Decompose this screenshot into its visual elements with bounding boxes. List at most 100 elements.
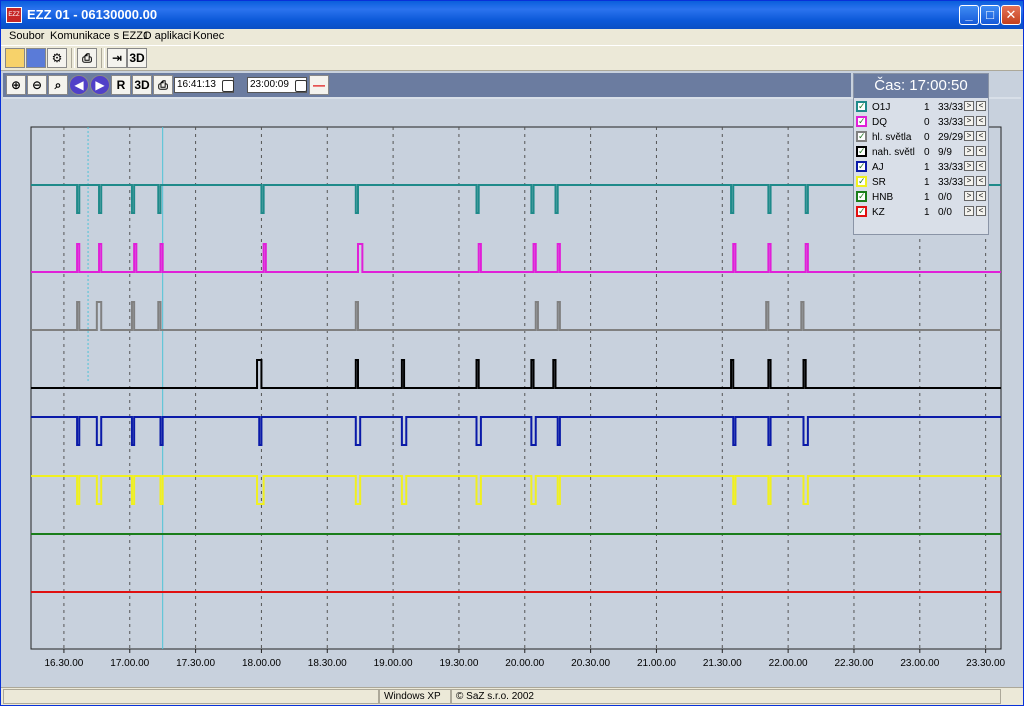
x-tick-label: 18.30.00 — [308, 658, 347, 669]
status-os: Windows XP — [379, 689, 451, 704]
series-visibility-checkbox[interactable]: ✓ — [856, 206, 867, 217]
series-visibility-checkbox[interactable]: ✓ — [856, 101, 867, 112]
series-visibility-checkbox[interactable]: ✓ — [856, 176, 867, 187]
series-count: 9/9 — [938, 147, 952, 158]
app-icon: EZZ — [6, 7, 22, 23]
series-name: HNB — [872, 192, 894, 203]
legend-panel: Čas: 17:00:50 ✓ O1J 1 33/33 > < ✓ DQ 0 33/33 > < ✓ hl… — [853, 73, 989, 235]
menu-o-aplikaci[interactable]: O aplikaci — [143, 30, 191, 42]
series-visibility-checkbox[interactable]: ✓ — [856, 161, 867, 172]
legend-row: ✓ nah. světl 0 9/9 > < — [854, 145, 988, 160]
series-prev-button[interactable]: < — [976, 191, 986, 201]
series-prev-button[interactable]: < — [976, 161, 986, 171]
legend-row: ✓ HNB 1 0/0 > < — [854, 190, 988, 205]
title-bar[interactable]: EZZ EZZ 01 - 06130000.00 _ □ ✕ — [1, 1, 1023, 29]
toolbar-separator — [101, 48, 105, 68]
maximize-button[interactable]: □ — [980, 5, 1000, 25]
series-count: 0/0 — [938, 207, 952, 218]
x-tick-label: 22.30.00 — [834, 658, 873, 669]
save-icon[interactable] — [26, 48, 46, 68]
series-next-button[interactable]: > — [964, 131, 974, 141]
series-value: 1 — [924, 177, 930, 188]
series-prev-button[interactable]: < — [976, 146, 986, 156]
legend-row: ✓ AJ 1 33/33 > < — [854, 160, 988, 175]
legend-row: ✓ DQ 0 33/33 > < — [854, 115, 988, 130]
menu-komunikace[interactable]: Komunikace s EZZ1 — [50, 30, 149, 42]
series-count: 0/0 — [938, 192, 952, 203]
chart-series — [31, 184, 1001, 593]
series-name: SR — [872, 177, 886, 188]
series-next-button[interactable]: > — [964, 191, 974, 201]
series-line — [31, 301, 1001, 331]
series-prev-button[interactable]: < — [976, 131, 986, 141]
series-prev-button[interactable]: < — [976, 176, 986, 186]
series-line — [31, 416, 1001, 446]
series-value: 1 — [924, 192, 930, 203]
series-value: 0 — [924, 147, 930, 158]
series-value: 1 — [924, 102, 930, 113]
series-line — [31, 243, 1001, 273]
x-tick-label: 23.00.00 — [900, 658, 939, 669]
series-name: KZ — [872, 207, 885, 218]
menu-bar: Soubor Komunikace s EZZ1 O aplikaci Kone… — [1, 29, 1023, 45]
exit-icon[interactable]: ⇥ — [107, 48, 127, 68]
series-next-button[interactable]: > — [964, 146, 974, 156]
series-prev-button[interactable]: < — [976, 101, 986, 111]
status-bar: Windows XP © SaZ s.r.o. 2002 — [1, 687, 1023, 705]
series-next-button[interactable]: > — [964, 206, 974, 216]
series-next-button[interactable]: > — [964, 161, 974, 171]
app-window: EZZ EZZ 01 - 06130000.00 _ □ ✕ Soubor Ko… — [0, 0, 1024, 706]
series-value: 1 — [924, 207, 930, 218]
legend-row: ✓ O1J 1 33/33 > < — [854, 100, 988, 115]
series-count: 29/29 — [938, 132, 964, 143]
chart-area: ⊕ ⊖ ⌕ ◀ ▶ R 3D ⎙ 16:41:13 23:00:09 — 16.… — [1, 71, 1023, 687]
series-next-button[interactable]: > — [964, 176, 974, 186]
x-tick-label: 22.00.00 — [769, 658, 808, 669]
status-copyright: © SaZ s.r.o. 2002 — [451, 689, 1001, 704]
legend-row: ✓ KZ 1 0/0 > < — [854, 205, 988, 220]
settings-icon[interactable]: ⚙ — [47, 48, 67, 68]
three-d-button[interactable]: 3D — [127, 48, 147, 68]
series-name: nah. světl — [872, 147, 915, 158]
x-tick-label: 17.00.00 — [110, 658, 149, 669]
series-prev-button[interactable]: < — [976, 206, 986, 216]
window-title: EZZ 01 - 06130000.00 — [27, 7, 158, 22]
x-tick-label: 16.30.00 — [44, 658, 83, 669]
series-name: DQ — [872, 117, 887, 128]
x-tick-label: 17.30.00 — [176, 658, 215, 669]
x-tick-label: 20.30.00 — [571, 658, 610, 669]
series-value: 0 — [924, 132, 930, 143]
x-tick-label: 18.00.00 — [242, 658, 281, 669]
series-name: O1J — [872, 102, 891, 113]
x-tick-label: 20.00.00 — [505, 658, 544, 669]
series-count: 33/33 — [938, 117, 964, 128]
x-tick-label: 19.30.00 — [439, 658, 478, 669]
series-visibility-checkbox[interactable]: ✓ — [856, 131, 867, 142]
time-readout: Čas: 17:00:50 — [854, 74, 988, 98]
series-prev-button[interactable]: < — [976, 116, 986, 126]
menu-konec[interactable]: Konec — [193, 30, 224, 42]
print-icon[interactable]: ⎙ — [77, 48, 97, 68]
series-next-button[interactable]: > — [964, 101, 974, 111]
minimize-button[interactable]: _ — [959, 5, 979, 25]
open-folder-icon[interactable] — [5, 48, 25, 68]
x-tick-label: 23.30.00 — [966, 658, 1005, 669]
x-tick-label: 19.00.00 — [374, 658, 413, 669]
series-visibility-checkbox[interactable]: ✓ — [856, 146, 867, 157]
series-value: 1 — [924, 162, 930, 173]
menu-soubor[interactable]: Soubor — [9, 30, 44, 42]
series-line — [31, 359, 1001, 389]
x-tick-label: 21.30.00 — [703, 658, 742, 669]
legend-row: ✓ hl. světla 0 29/29 > < — [854, 130, 988, 145]
series-visibility-checkbox[interactable]: ✓ — [856, 191, 867, 202]
series-count: 33/33 — [938, 177, 964, 188]
x-axis-ticks: 16.30.00 17.00.00 17.30.00 18.00.00 18.30.00… — [44, 649, 1006, 669]
series-value: 0 — [924, 117, 930, 128]
series-name: hl. světla — [872, 132, 912, 143]
x-tick-label: 21.00.00 — [637, 658, 676, 669]
legend-row: ✓ SR 1 33/33 > < — [854, 175, 988, 190]
series-line — [31, 475, 1001, 505]
series-next-button[interactable]: > — [964, 116, 974, 126]
series-visibility-checkbox[interactable]: ✓ — [856, 116, 867, 127]
close-button[interactable]: ✕ — [1001, 5, 1021, 25]
